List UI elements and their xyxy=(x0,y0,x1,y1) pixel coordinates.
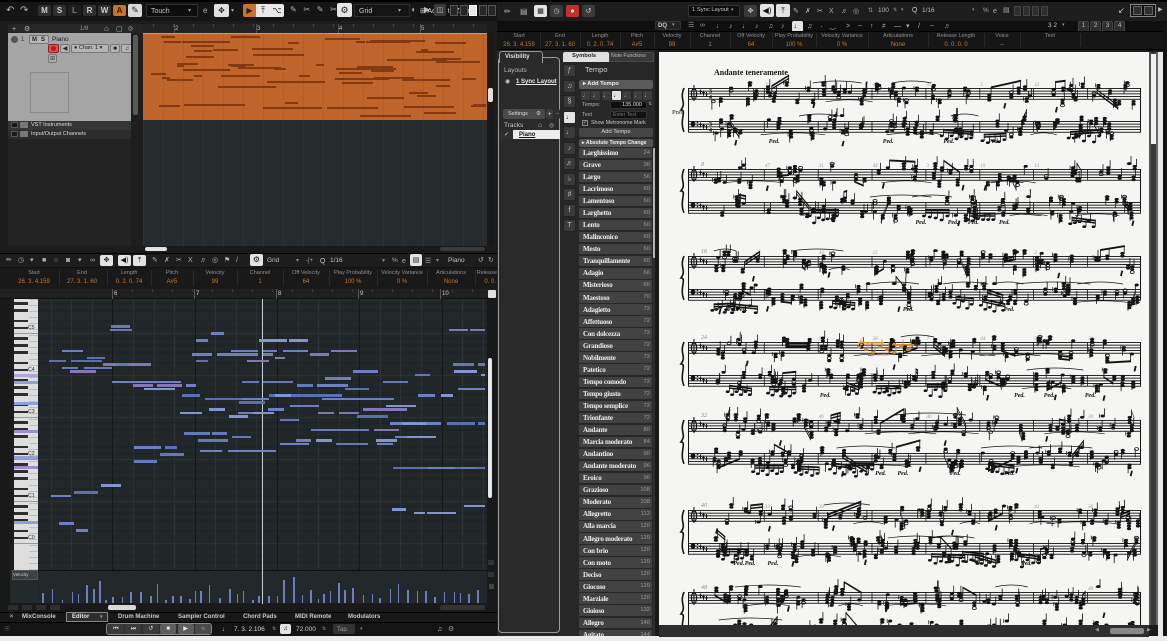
svg-text:Ped.: Ped. xyxy=(768,561,779,567)
svg-text:Ped.: Ped. xyxy=(943,139,954,145)
svg-text:24: 24 xyxy=(701,334,707,341)
svg-text:4: 4 xyxy=(709,128,712,134)
svg-text:40: 40 xyxy=(927,415,933,420)
svg-text:7: 7 xyxy=(927,337,930,342)
svg-text:47: 47 xyxy=(765,164,771,169)
svg-text:Ped.: Ped. xyxy=(1004,307,1015,313)
svg-text:Ped.: Ped. xyxy=(736,307,747,313)
svg-text:Ped.: Ped. xyxy=(883,139,894,145)
svg-text:5: 5 xyxy=(980,83,983,88)
svg-text:Ped.: Ped. xyxy=(1085,393,1096,399)
svg-text:Ped.: Ped. xyxy=(968,220,979,226)
svg-text:39: 39 xyxy=(819,505,825,510)
svg-text:Ped.: Ped. xyxy=(999,220,1010,226)
svg-text:Ped.: Ped. xyxy=(1004,471,1015,477)
svg-text:Ped.: Ped. xyxy=(733,561,744,567)
svg-text:Ped.: Ped. xyxy=(1044,393,1055,399)
svg-text:Ped.: Ped. xyxy=(916,220,927,226)
svg-text:15: 15 xyxy=(873,251,879,256)
svg-text:37: 37 xyxy=(927,83,933,88)
svg-text:Ped.: Ped. xyxy=(820,393,831,399)
svg-text:Ped.: Ped. xyxy=(769,139,780,145)
svg-text:33: 33 xyxy=(765,505,771,510)
svg-text:44: 44 xyxy=(873,164,879,169)
svg-text:3: 3 xyxy=(927,164,930,169)
svg-text:30: 30 xyxy=(1088,415,1094,420)
svg-text:23: 23 xyxy=(1034,83,1040,88)
svg-text:Andante teneramente: Andante teneramente xyxy=(714,68,788,77)
svg-text:46: 46 xyxy=(819,415,825,420)
svg-text:Ped.: Ped. xyxy=(950,471,961,477)
svg-text:Ped.: Ped. xyxy=(988,139,999,145)
svg-text:19: 19 xyxy=(980,164,986,169)
svg-text:Ped.: Ped. xyxy=(898,471,909,477)
svg-text:28: 28 xyxy=(873,337,879,342)
svg-text:31: 31 xyxy=(819,164,824,169)
svg-text:40: 40 xyxy=(1088,587,1094,592)
svg-text:42: 42 xyxy=(1034,505,1040,510)
svg-text:Ped.: Ped. xyxy=(745,561,756,567)
svg-text:Tre corde: Tre corde xyxy=(868,352,889,358)
svg-text:40: 40 xyxy=(701,502,707,509)
svg-text:3: 3 xyxy=(1034,251,1037,256)
svg-text:44: 44 xyxy=(980,337,986,342)
svg-text:48: 48 xyxy=(701,584,707,591)
svg-text:Ped.: Ped. xyxy=(1021,561,1032,567)
svg-text:Ped.: Ped. xyxy=(875,471,886,477)
svg-text:Pno: Pno xyxy=(672,109,682,116)
svg-text:16: 16 xyxy=(701,249,707,255)
svg-text:8: 8 xyxy=(701,162,704,168)
svg-text:13: 13 xyxy=(1034,164,1040,169)
svg-text:Ped.: Ped. xyxy=(903,307,914,313)
svg-text:Ped.: Ped. xyxy=(1014,393,1025,399)
svg-text:Ped.: Ped. xyxy=(948,220,959,226)
svg-text:32: 32 xyxy=(700,413,707,419)
